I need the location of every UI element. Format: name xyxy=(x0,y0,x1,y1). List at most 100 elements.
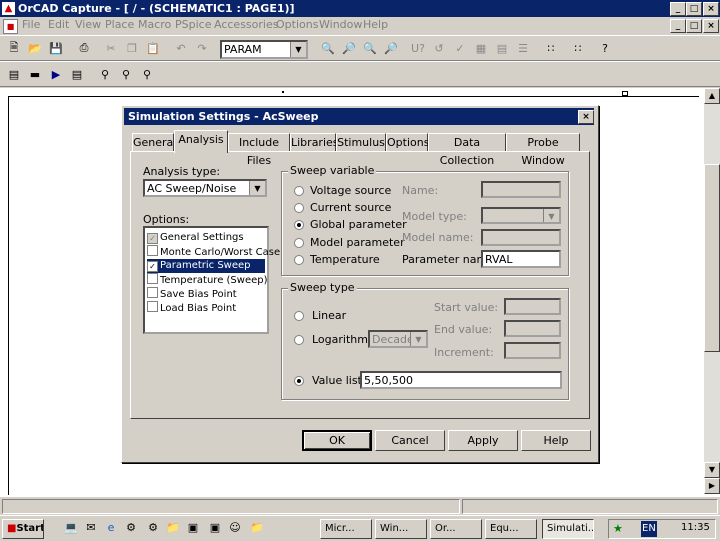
voltage-marker-icon[interactable]: ⚲ xyxy=(95,65,115,83)
menu-view[interactable]: View xyxy=(75,18,101,31)
increment-input[interactable] xyxy=(504,342,561,359)
checkbox-checked-icon[interactable]: ✓ xyxy=(147,233,158,244)
doc-close-button[interactable]: × xyxy=(703,19,719,33)
undo-icon[interactable]: ↶ xyxy=(171,39,191,57)
options-list[interactable]: ✓ General Settings Monte Carlo/Worst Case… xyxy=(143,226,280,334)
tab-general[interactable]: General xyxy=(132,133,176,152)
doc-minimize-button[interactable]: _ xyxy=(670,19,686,33)
current-marker-icon[interactable]: ⚲ xyxy=(116,65,136,83)
radio-linear[interactable] xyxy=(294,311,304,321)
task-equation[interactable]: Equ... xyxy=(485,519,537,539)
quicklaunch-app-icon[interactable]: ☺ xyxy=(228,521,242,535)
vertical-scrollbar[interactable]: ▲ ▼ ▶ xyxy=(704,88,720,494)
app-title-bar[interactable]: ▲ OrCAD Capture - [ / - (SCHEMATIC1 : PA… xyxy=(0,0,720,17)
zoom-area-icon[interactable]: 🔍 xyxy=(360,39,380,57)
zoom-out-icon[interactable]: 🔎 xyxy=(339,39,359,57)
quicklaunch-app-icon[interactable]: ⚙ xyxy=(124,521,138,535)
drc-icon[interactable]: ✓ xyxy=(450,39,470,57)
zoom-all-icon[interactable]: 🔎 xyxy=(381,39,401,57)
new-icon[interactable]: 🗎 xyxy=(4,39,24,57)
radio-temperature[interactable] xyxy=(294,255,304,265)
folder-icon[interactable]: 📁 xyxy=(166,521,180,535)
scroll-thumb[interactable] xyxy=(704,164,720,352)
tab-probe-window[interactable]: Probe Window xyxy=(506,133,580,167)
parameter-name-input[interactable]: RVAL xyxy=(481,250,561,268)
quicklaunch-app-icon[interactable]: ▣ xyxy=(186,521,200,535)
zoom-in-icon[interactable]: 🔍 xyxy=(318,39,338,57)
close-button[interactable]: × xyxy=(703,2,719,16)
task-windows[interactable]: Win... xyxy=(375,519,427,539)
checkbox-unchecked-icon[interactable] xyxy=(147,245,158,256)
save-icon[interactable]: 💾 xyxy=(46,39,66,57)
radio-model-parameter[interactable] xyxy=(294,238,304,248)
option-parametric-sweep[interactable]: ✓ Parametric Sweep xyxy=(147,259,265,273)
part-combo[interactable]: PARAM ▼ xyxy=(220,40,308,59)
task-orcad[interactable]: Or... xyxy=(430,519,482,539)
checkbox-unchecked-icon[interactable] xyxy=(147,287,158,298)
dialog-close-button[interactable]: × xyxy=(578,110,594,124)
copy-icon[interactable]: ❐ xyxy=(122,39,142,57)
menu-edit[interactable]: Edit xyxy=(48,18,69,31)
start-button[interactable]: ■Start xyxy=(2,519,44,539)
name-input[interactable] xyxy=(481,181,561,198)
radio-value-list[interactable] xyxy=(294,376,304,386)
quicklaunch-app-icon[interactable]: ⚙ xyxy=(146,521,160,535)
menu-place[interactable]: Place xyxy=(105,18,134,31)
doc-restore-button[interactable]: □ xyxy=(686,19,702,33)
scroll-down-icon[interactable]: ▼ xyxy=(704,462,720,478)
menu-macro[interactable]: Macro xyxy=(138,18,171,31)
menu-accessories[interactable]: Accessories xyxy=(214,18,278,31)
tab-analysis[interactable]: Analysis xyxy=(174,130,228,153)
chevron-down-icon[interactable]: ▼ xyxy=(249,181,265,195)
log-scale-select[interactable]: Decade ▼ xyxy=(368,330,428,348)
scroll-right-icon[interactable]: ▶ xyxy=(704,478,720,494)
new-simulation-icon[interactable]: ▤ xyxy=(4,65,24,83)
internet-explorer-icon[interactable]: e xyxy=(104,521,118,535)
outlook-icon[interactable]: ✉ xyxy=(84,521,98,535)
ok-button[interactable]: OK xyxy=(302,430,372,451)
help-button[interactable]: Help xyxy=(521,430,591,451)
analysis-type-select[interactable]: AC Sweep/Noise ▼ xyxy=(143,179,267,197)
radio-global-parameter[interactable] xyxy=(294,220,304,230)
netlist-icon[interactable]: ▦ xyxy=(471,39,491,57)
radio-current-source[interactable] xyxy=(294,203,304,213)
chevron-down-icon[interactable]: ▼ xyxy=(290,42,306,57)
folder-icon[interactable]: 📁 xyxy=(250,521,264,535)
cut-icon[interactable]: ✂ xyxy=(101,39,121,57)
clock[interactable]: 11:35 xyxy=(681,522,710,533)
end-value-input[interactable] xyxy=(504,320,561,337)
project-manager-icon[interactable]: ∷ xyxy=(568,39,588,57)
option-general-settings[interactable]: ✓ General Settings xyxy=(147,231,265,245)
value-list-input[interactable]: 5,50,500 xyxy=(360,371,562,389)
open-icon[interactable]: 📂 xyxy=(25,39,45,57)
run-icon[interactable]: ▶ xyxy=(46,65,66,83)
checkbox-checked-icon[interactable]: ✓ xyxy=(147,261,158,272)
bom-icon[interactable]: ☰ xyxy=(513,39,533,57)
model-type-select[interactable]: ▼ xyxy=(481,207,561,224)
checkbox-unchecked-icon[interactable] xyxy=(147,273,158,284)
menu-pspice[interactable]: PSpice xyxy=(175,18,211,31)
option-monte-carlo[interactable]: Monte Carlo/Worst Case xyxy=(147,245,280,259)
help-icon[interactable]: ? xyxy=(595,39,615,57)
menu-help[interactable]: Help xyxy=(363,18,388,31)
cross-ref-icon[interactable]: ▤ xyxy=(492,39,512,57)
start-value-input[interactable] xyxy=(504,298,561,315)
tab-data-collection[interactable]: Data Collection xyxy=(428,133,506,167)
redo-icon[interactable]: ↷ xyxy=(192,39,212,57)
radio-voltage-source[interactable] xyxy=(294,186,304,196)
scroll-up-icon[interactable]: ▲ xyxy=(704,88,720,104)
tab-include-files[interactable]: Include Files xyxy=(228,133,290,167)
option-temperature-sweep[interactable]: Temperature (Sweep) xyxy=(147,273,268,287)
menu-window[interactable]: Window xyxy=(319,18,362,31)
dialog-title-bar[interactable]: Simulation Settings - AcSweep × xyxy=(124,108,594,125)
task-microsoft[interactable]: Micr... xyxy=(320,519,372,539)
paste-icon[interactable]: 📋 xyxy=(143,39,163,57)
tab-libraries[interactable]: Libraries xyxy=(290,133,339,152)
doc-icon[interactable]: ■ xyxy=(3,19,18,34)
tab-options[interactable]: Options xyxy=(386,133,429,152)
print-icon[interactable]: ⎙ xyxy=(74,39,94,57)
show-desktop-icon[interactable]: 💻 xyxy=(64,521,78,535)
menu-file[interactable]: File xyxy=(22,18,40,31)
menu-options[interactable]: Options xyxy=(276,18,318,31)
minimize-button[interactable]: _ xyxy=(670,2,686,16)
